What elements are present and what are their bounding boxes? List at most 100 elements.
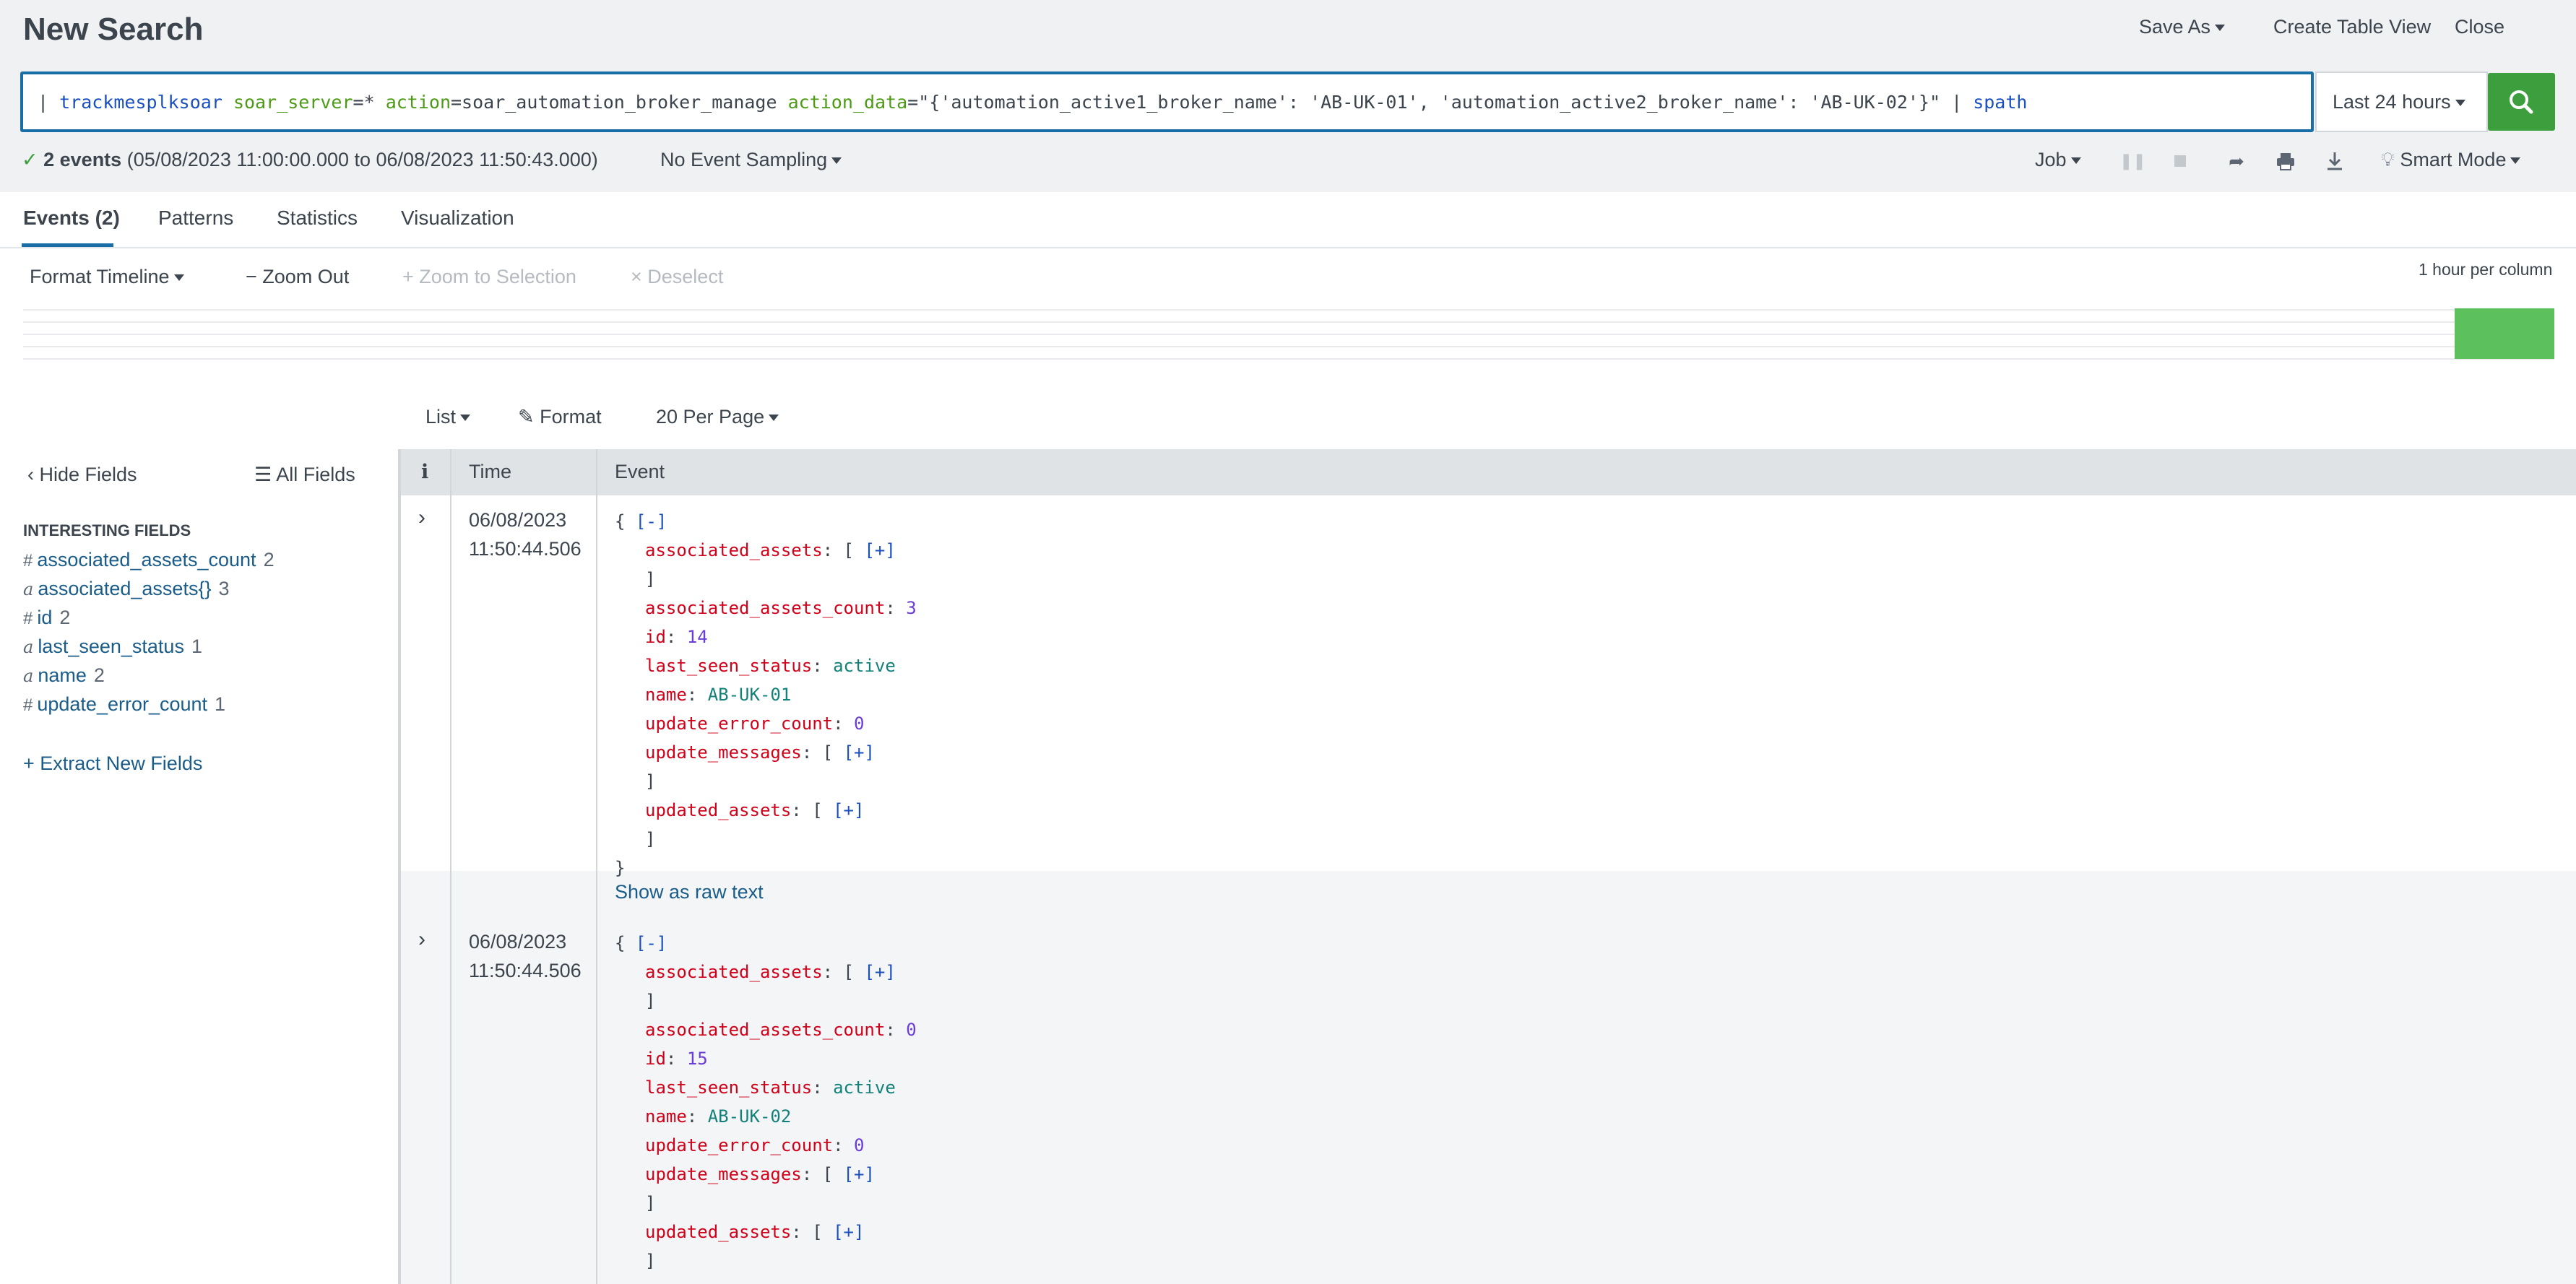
- json-key[interactable]: name: [645, 1106, 687, 1127]
- search-input[interactable]: | trackmesplksoar soar_server=* action=s…: [20, 71, 2314, 132]
- json-key[interactable]: update_error_count: [645, 713, 833, 734]
- field-item[interactable]: a associated_assets{} 3: [23, 578, 230, 600]
- json-key[interactable]: id: [645, 1049, 666, 1069]
- column-header-event[interactable]: Event: [615, 461, 665, 483]
- expand-toggle[interactable]: [+]: [844, 742, 875, 763]
- json-value[interactable]: 14: [687, 627, 708, 647]
- page-title: New Search: [23, 12, 204, 47]
- field-item[interactable]: # id 2: [23, 607, 70, 629]
- timeline-bar[interactable]: [2455, 308, 2554, 359]
- json-key[interactable]: name: [645, 685, 687, 705]
- field-item[interactable]: # associated_assets_count 2: [23, 549, 275, 571]
- per-page-dropdown[interactable]: 20 Per Page: [656, 406, 779, 428]
- query-field: action: [385, 92, 451, 113]
- hide-fields-label: Hide Fields: [39, 464, 137, 485]
- search-mode-dropdown[interactable]: 💡︎ Smart Mode: [2381, 149, 2521, 172]
- expand-toggle[interactable]: [+]: [864, 962, 895, 982]
- time-range-picker[interactable]: Last 24 hours: [2315, 71, 2488, 132]
- json-punct: :: [822, 962, 844, 982]
- json-value[interactable]: AB-UK-02: [708, 1106, 792, 1127]
- json-punct: :: [812, 1077, 834, 1098]
- json-key[interactable]: associated_assets: [645, 540, 823, 560]
- json-key[interactable]: associated_assets_count: [645, 1020, 885, 1040]
- expand-toggle[interactable]: [+]: [833, 800, 864, 820]
- numeric-field-icon: #: [23, 695, 33, 715]
- tab-statistics[interactable]: Statistics: [277, 207, 358, 230]
- column-header-time[interactable]: Time: [469, 461, 511, 483]
- show-raw-text-link[interactable]: Show as raw text: [615, 881, 764, 903]
- json-value[interactable]: 0: [854, 1135, 864, 1155]
- format-label: Format: [540, 406, 602, 428]
- stop-icon[interactable]: [2168, 149, 2192, 173]
- json-key[interactable]: updated_assets: [645, 800, 791, 820]
- field-item[interactable]: a last_seen_status 1: [23, 636, 202, 658]
- tab-patterns[interactable]: Patterns: [158, 207, 233, 230]
- json-value[interactable]: 15: [687, 1049, 708, 1069]
- json-key[interactable]: updated_assets: [645, 1222, 791, 1242]
- json-key[interactable]: update_messages: [645, 1164, 802, 1184]
- event-sampling-dropdown[interactable]: No Event Sampling: [660, 149, 842, 171]
- expand-row-chevron-icon[interactable]: ›: [418, 927, 425, 952]
- json-value[interactable]: active: [833, 656, 896, 676]
- expand-row-chevron-icon[interactable]: ›: [418, 506, 425, 530]
- deselect-button[interactable]: × Deselect: [631, 266, 723, 288]
- json-bracket: ]: [645, 771, 656, 791]
- expand-toggle[interactable]: [+]: [833, 1222, 864, 1242]
- save-as-menu[interactable]: Save As: [2139, 16, 2226, 38]
- job-label: Job: [2035, 149, 2067, 170]
- json-punct: :: [686, 685, 708, 705]
- json-value[interactable]: 0: [906, 1020, 916, 1040]
- tab-events[interactable]: Events (2): [23, 207, 120, 230]
- json-key[interactable]: update_error_count: [645, 1135, 833, 1155]
- list-label: List: [425, 406, 457, 428]
- collapse-toggle[interactable]: [-]: [636, 511, 667, 532]
- events-table: i Time Event › 06/08/2023 11:50:44.506 { …: [399, 449, 2576, 1284]
- json-value[interactable]: AB-UK-01: [708, 685, 792, 705]
- collapse-toggle[interactable]: [-]: [636, 933, 667, 953]
- zoom-to-selection-button[interactable]: + Zoom to Selection: [402, 266, 576, 288]
- json-key[interactable]: associated_assets: [645, 962, 823, 982]
- json-brace: {: [615, 511, 626, 532]
- timeline-gridline: [23, 358, 2554, 360]
- json-value[interactable]: 3: [906, 598, 916, 618]
- format-timeline-menu[interactable]: Format Timeline: [30, 266, 184, 288]
- download-icon[interactable]: [2322, 149, 2347, 173]
- list-view-dropdown[interactable]: List: [425, 406, 471, 428]
- json-line: id: 15: [645, 1044, 708, 1073]
- zoom-out-label: Zoom Out: [262, 266, 350, 287]
- field-item[interactable]: # update_error_count 1: [23, 693, 225, 716]
- interesting-fields-heading: INTERESTING FIELDS: [23, 521, 191, 539]
- hide-fields-button[interactable]: ‹ Hide Fields: [27, 464, 137, 486]
- json-key[interactable]: last_seen_status: [645, 656, 812, 676]
- zoom-out-button[interactable]: − Zoom Out: [246, 266, 349, 288]
- job-menu[interactable]: Job: [2035, 149, 2081, 171]
- json-value[interactable]: 0: [854, 713, 864, 734]
- json-line: update_messages: [ [+]: [645, 738, 875, 767]
- close-button[interactable]: Close: [2455, 16, 2504, 38]
- json-key[interactable]: associated_assets_count: [645, 598, 885, 618]
- json-line: associated_assets_count: 3: [645, 594, 917, 623]
- json-line: last_seen_status: active: [645, 1073, 896, 1102]
- format-button[interactable]: ✎ Format: [518, 406, 602, 428]
- create-table-view-button[interactable]: Create Table View: [2273, 16, 2431, 38]
- json-value[interactable]: active: [833, 1077, 896, 1098]
- json-punct: :: [791, 1222, 813, 1242]
- field-item[interactable]: a name 2: [23, 664, 105, 687]
- event-time: 06/08/2023 11:50:44.506: [469, 506, 582, 563]
- extract-new-fields-link[interactable]: + Extract New Fields: [23, 752, 202, 775]
- print-icon[interactable]: [2273, 149, 2298, 173]
- json-punct: :: [833, 1135, 854, 1155]
- tab-visualization[interactable]: Visualization: [401, 207, 514, 230]
- json-key[interactable]: id: [645, 627, 666, 647]
- query-field: soar_server: [233, 92, 353, 113]
- search-button[interactable]: [2488, 73, 2555, 131]
- pause-icon[interactable]: ❚❚: [2119, 149, 2146, 173]
- json-key[interactable]: update_messages: [645, 742, 802, 763]
- json-key[interactable]: last_seen_status: [645, 1077, 812, 1098]
- extract-label: Extract New Fields: [40, 752, 203, 774]
- expand-toggle[interactable]: [+]: [844, 1164, 875, 1184]
- save-as-label: Save As: [2139, 16, 2211, 38]
- all-fields-button[interactable]: ☰ All Fields: [254, 464, 355, 486]
- expand-toggle[interactable]: [+]: [864, 540, 895, 560]
- share-icon[interactable]: ➦: [2224, 149, 2249, 173]
